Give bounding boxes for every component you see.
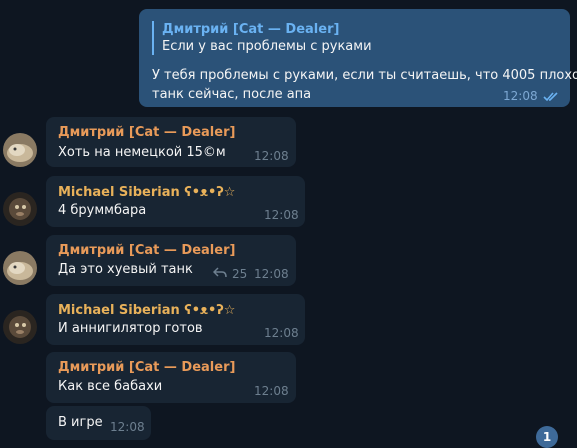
- outgoing-message[interactable]: Дмитрий [Cat — Dealer] Если у вас пробле…: [139, 9, 577, 107]
- chat-history[interactable]: Дмитрий [Cat — Dealer] Если у вас пробле…: [0, 0, 577, 448]
- message-time: 12:08: [254, 149, 289, 163]
- reply-count[interactable]: 25: [232, 267, 247, 281]
- message-text: И аннигилятор готов: [58, 321, 203, 336]
- reply-quote[interactable]: Дмитрий [Cat — Dealer] Если у вас пробле…: [152, 21, 372, 55]
- sender-name[interactable]: Michael Siberian ʕ•ᴥ•ʔ☆: [58, 302, 235, 318]
- unread-count-badge[interactable]: 1: [536, 426, 558, 448]
- message-time: 12:08: [110, 420, 145, 434]
- quote-author: Дмитрий [Cat — Dealer]: [162, 22, 340, 37]
- sender-name[interactable]: Дмитрий [Cat — Dealer]: [58, 360, 235, 375]
- avatar[interactable]: [3, 310, 37, 344]
- message-time: 12:08: [254, 384, 289, 398]
- message-text: 4 бруммбара: [58, 203, 147, 218]
- avatar[interactable]: [3, 133, 37, 167]
- message-text: Хоть на немецкой 15©м: [58, 145, 226, 160]
- incoming-message[interactable]: Дмитрий [Cat — Dealer] Хоть на немецкой …: [46, 117, 296, 167]
- quote-text: Если у вас проблемы с руками: [162, 39, 372, 54]
- message-text: Да это хуевый танк: [58, 262, 193, 277]
- message-time: 12:08: [264, 208, 299, 222]
- message-time: 12:08: [264, 326, 299, 340]
- sender-name[interactable]: Дмитрий [Cat — Dealer]: [58, 243, 235, 258]
- message-time: 12:08: [503, 89, 538, 103]
- message-text: Как все бабахи: [58, 379, 163, 394]
- incoming-message[interactable]: Michael Siberian ʕ•ᴥ•ʔ☆ 4 бруммбара 12:0…: [46, 176, 305, 227]
- message-text: В игре: [58, 415, 103, 430]
- avatar[interactable]: [3, 251, 37, 285]
- incoming-message[interactable]: В игре 12:08: [46, 406, 151, 440]
- incoming-message[interactable]: Michael Siberian ʕ•ᴥ•ʔ☆ И аннигилятор го…: [46, 294, 305, 345]
- message-text-line: У тебя проблемы с руками, если ты считае…: [152, 68, 577, 83]
- double-check-icon: [543, 92, 558, 102]
- sender-name[interactable]: Michael Siberian ʕ•ᴥ•ʔ☆: [58, 184, 235, 200]
- sender-name[interactable]: Дмитрий [Cat — Dealer]: [58, 125, 235, 140]
- avatar[interactable]: [3, 192, 37, 226]
- incoming-message[interactable]: Дмитрий [Cat — Dealer] Как все бабахи 12…: [46, 352, 296, 403]
- message-time: 12:08: [254, 267, 289, 281]
- incoming-message[interactable]: Дмитрий [Cat — Dealer] Да это хуевый тан…: [46, 235, 296, 286]
- reply-arrow-icon[interactable]: [213, 267, 227, 279]
